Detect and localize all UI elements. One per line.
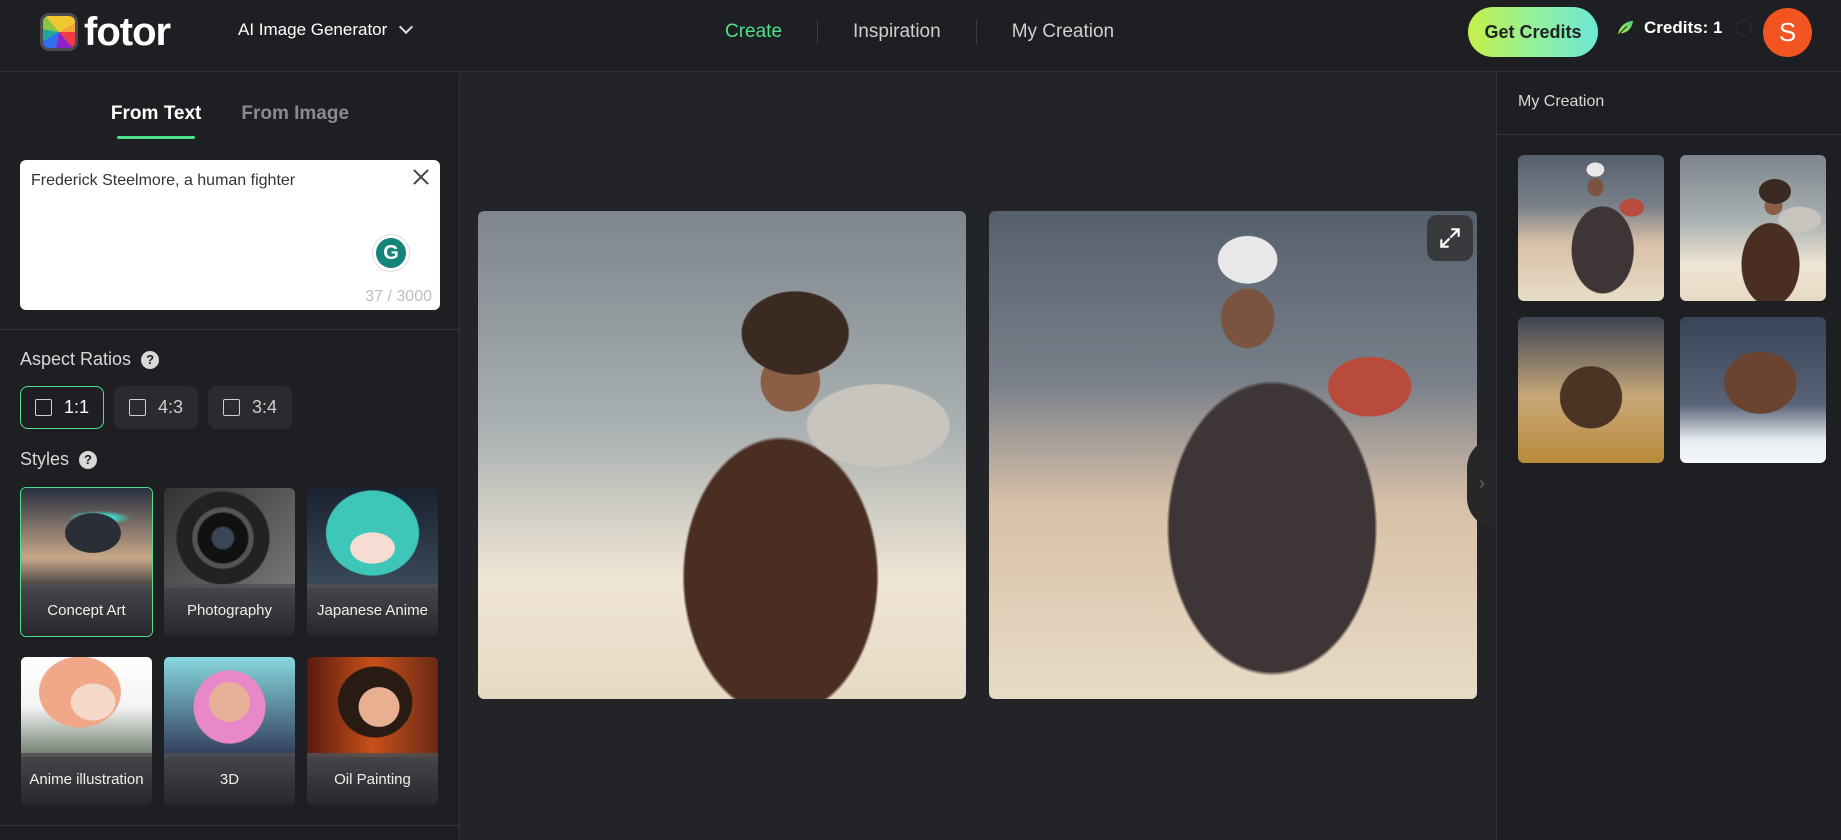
style-oil-painting[interactable]: Oil Painting bbox=[306, 656, 439, 806]
creation-thumbnail[interactable] bbox=[1518, 317, 1664, 463]
result-image[interactable] bbox=[478, 211, 966, 699]
nav-my-creation[interactable]: My Creation bbox=[977, 21, 1149, 43]
style-thumbnail bbox=[164, 657, 295, 757]
style-japanese-anime[interactable]: Japanese Anime bbox=[306, 487, 439, 637]
style-label: Anime illustration bbox=[21, 753, 152, 805]
style-label: Japanese Anime bbox=[307, 584, 438, 636]
style-thumbnail bbox=[307, 488, 438, 588]
grammarly-icon[interactable]: G bbox=[372, 234, 410, 272]
styles-heading: Styles ? bbox=[20, 449, 98, 470]
panel-divider bbox=[1497, 134, 1841, 135]
leaf-icon bbox=[1617, 20, 1634, 36]
creation-thumbnails bbox=[1518, 155, 1826, 463]
tab-from-text[interactable]: From Text bbox=[111, 103, 201, 139]
style-thumbnail bbox=[21, 657, 152, 757]
top-nav: Create Inspiration My Creation bbox=[690, 0, 1149, 64]
product-switch-label: AI Image Generator bbox=[238, 20, 388, 39]
fotor-logo-icon bbox=[40, 13, 78, 51]
style-label: Concept Art bbox=[21, 584, 152, 636]
creation-thumbnail[interactable] bbox=[1680, 317, 1826, 463]
creation-thumbnail[interactable] bbox=[1680, 155, 1826, 301]
expand-icon[interactable] bbox=[1427, 215, 1473, 261]
square-icon bbox=[128, 399, 146, 416]
aspect-ratios-label: Aspect Ratios bbox=[20, 349, 132, 369]
result-image[interactable] bbox=[989, 211, 1477, 699]
style-label: 3D bbox=[164, 753, 295, 805]
help-icon[interactable]: ? bbox=[141, 350, 160, 369]
tab-from-image[interactable]: From Image bbox=[241, 103, 349, 139]
aspect-ratio-options: 1:1 4:3 3:4 bbox=[20, 386, 292, 429]
styles-label: Styles bbox=[20, 449, 70, 469]
char-count: 37 / 3000 bbox=[365, 288, 432, 305]
get-credits-button[interactable]: Get Credits bbox=[1468, 7, 1598, 57]
chevron-down-icon bbox=[399, 19, 414, 35]
user-avatar[interactable]: S bbox=[1763, 8, 1812, 57]
prompt-input[interactable]: Frederick Steelmore, a human fighter bbox=[31, 172, 391, 272]
style-photography[interactable]: Photography bbox=[163, 487, 296, 637]
style-3d[interactable]: 3D bbox=[163, 656, 296, 806]
styles-grid: Concept Art Photography Japanese Anime A… bbox=[20, 487, 439, 806]
credits-label: Credits: 1 bbox=[1644, 18, 1723, 37]
style-label: Oil Painting bbox=[307, 753, 438, 805]
ratio-1-1[interactable]: 1:1 bbox=[20, 386, 104, 429]
square-icon bbox=[222, 399, 240, 416]
clear-prompt-icon[interactable] bbox=[410, 166, 432, 188]
prompt-box: Frederick Steelmore, a human fighter G 3… bbox=[20, 160, 440, 310]
style-thumbnail bbox=[21, 488, 152, 588]
fotor-logo[interactable]: fotor bbox=[40, 10, 171, 54]
results-area: › bbox=[461, 73, 1497, 840]
my-creation-panel: My Creation bbox=[1496, 73, 1841, 840]
ratio-label: 1:1 bbox=[63, 397, 90, 417]
help-icon[interactable]: ? bbox=[79, 450, 98, 469]
section-divider bbox=[0, 825, 460, 826]
source-tabs: From Text From Image bbox=[0, 103, 460, 139]
ratio-3-4[interactable]: 3:4 bbox=[208, 386, 292, 429]
coin-icon bbox=[1736, 20, 1753, 36]
section-divider bbox=[0, 329, 460, 330]
logo-text: fotor bbox=[84, 10, 171, 54]
nav-inspiration[interactable]: Inspiration bbox=[818, 21, 976, 43]
style-anime-illustration[interactable]: Anime illustration bbox=[20, 656, 153, 806]
panel-toggle-chevron-right-icon[interactable]: › bbox=[1467, 438, 1497, 528]
top-header: fotor AI Image Generator Create Inspirat… bbox=[0, 0, 1841, 72]
style-thumbnail bbox=[307, 657, 438, 757]
aspect-ratios-heading: Aspect Ratios ? bbox=[20, 349, 160, 370]
credits-indicator[interactable]: Credits: 1 bbox=[1616, 18, 1753, 38]
square-icon bbox=[34, 399, 52, 416]
nav-create[interactable]: Create bbox=[690, 21, 817, 43]
ratio-label: 4:3 bbox=[157, 397, 184, 417]
my-creation-title: My Creation bbox=[1518, 93, 1605, 110]
ratio-4-3[interactable]: 4:3 bbox=[114, 386, 198, 429]
generator-sidebar: From Text From Image Frederick Steelmore… bbox=[0, 73, 460, 840]
style-label: Photography bbox=[164, 584, 295, 636]
product-switch-dropdown[interactable]: AI Image Generator bbox=[238, 19, 414, 40]
style-thumbnail bbox=[164, 488, 295, 588]
style-concept-art[interactable]: Concept Art bbox=[20, 487, 153, 637]
creation-thumbnail[interactable] bbox=[1518, 155, 1664, 301]
ratio-label: 3:4 bbox=[251, 397, 278, 417]
